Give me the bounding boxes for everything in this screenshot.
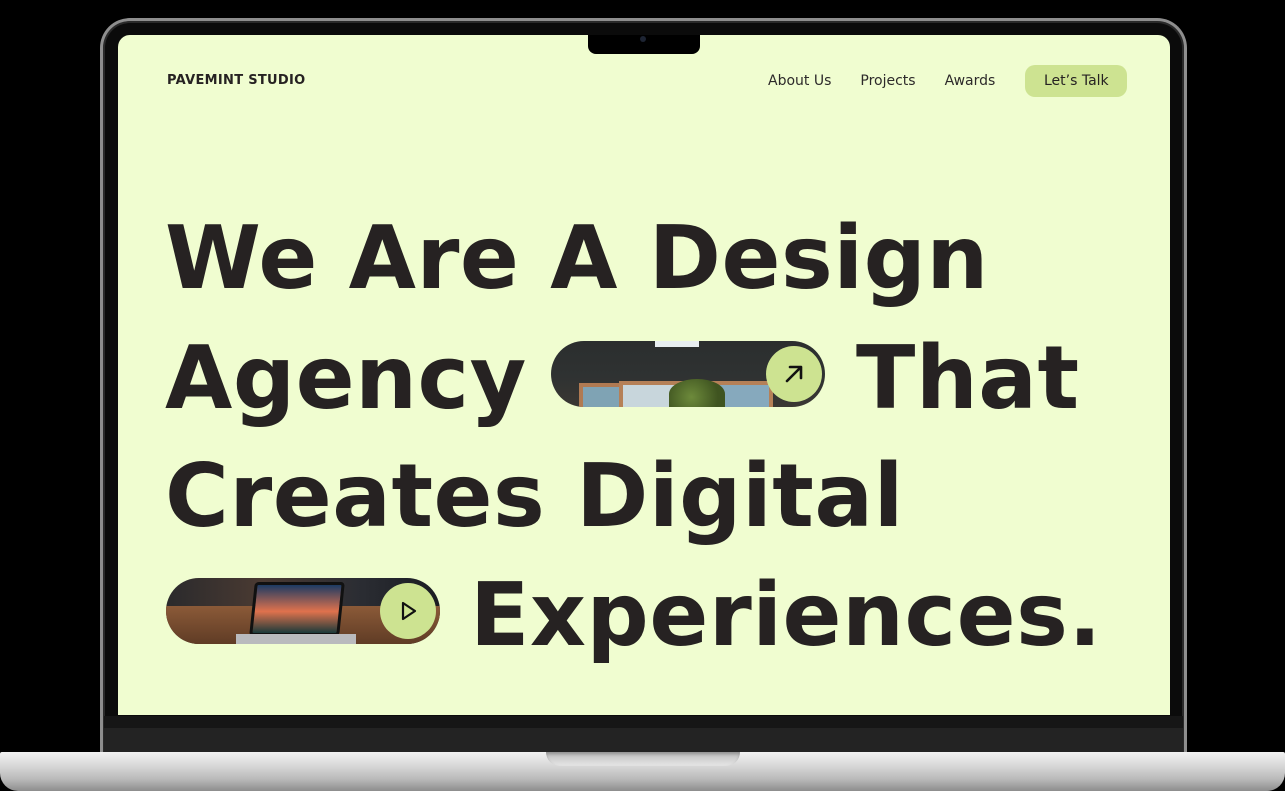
nav-projects[interactable]: Projects (860, 73, 915, 89)
arrow-link-button[interactable] (766, 346, 822, 402)
hero-line-2-right: That (856, 327, 1080, 429)
play-icon (401, 601, 417, 621)
arrow-up-right-icon (785, 365, 803, 383)
hero-line-4: Experiences. (470, 564, 1102, 666)
nav-about-us[interactable]: About Us (768, 73, 831, 89)
image-plant (669, 379, 725, 407)
laptop-base-notch (546, 752, 740, 766)
camera-notch (588, 35, 700, 54)
play-video-button[interactable] (380, 583, 436, 639)
image-lamp (655, 341, 699, 347)
main-nav: About Us Projects Awards Let’s Talk (768, 65, 1128, 97)
laptop-hinge (104, 728, 1183, 752)
office-image-pill[interactable] (551, 341, 825, 407)
laptop-mockup: PAVEMINT STUDIO About Us Projects Awards… (0, 0, 1285, 791)
video-thumbnail-pill[interactable] (166, 578, 440, 644)
camera-icon (640, 36, 646, 42)
image-laptop-screen (249, 582, 345, 636)
site-logo[interactable]: PAVEMINT STUDIO (167, 73, 305, 88)
hero-line-1: We Are A Design (165, 207, 989, 309)
lets-talk-button[interactable]: Let’s Talk (1025, 65, 1128, 97)
website-screen: PAVEMINT STUDIO About Us Projects Awards… (118, 35, 1170, 715)
image-laptop-base (236, 634, 356, 644)
nav-awards[interactable]: Awards (945, 73, 996, 89)
hero-line-2-left: Agency (165, 327, 527, 429)
hero-line-3: Creates Digital (165, 445, 904, 547)
